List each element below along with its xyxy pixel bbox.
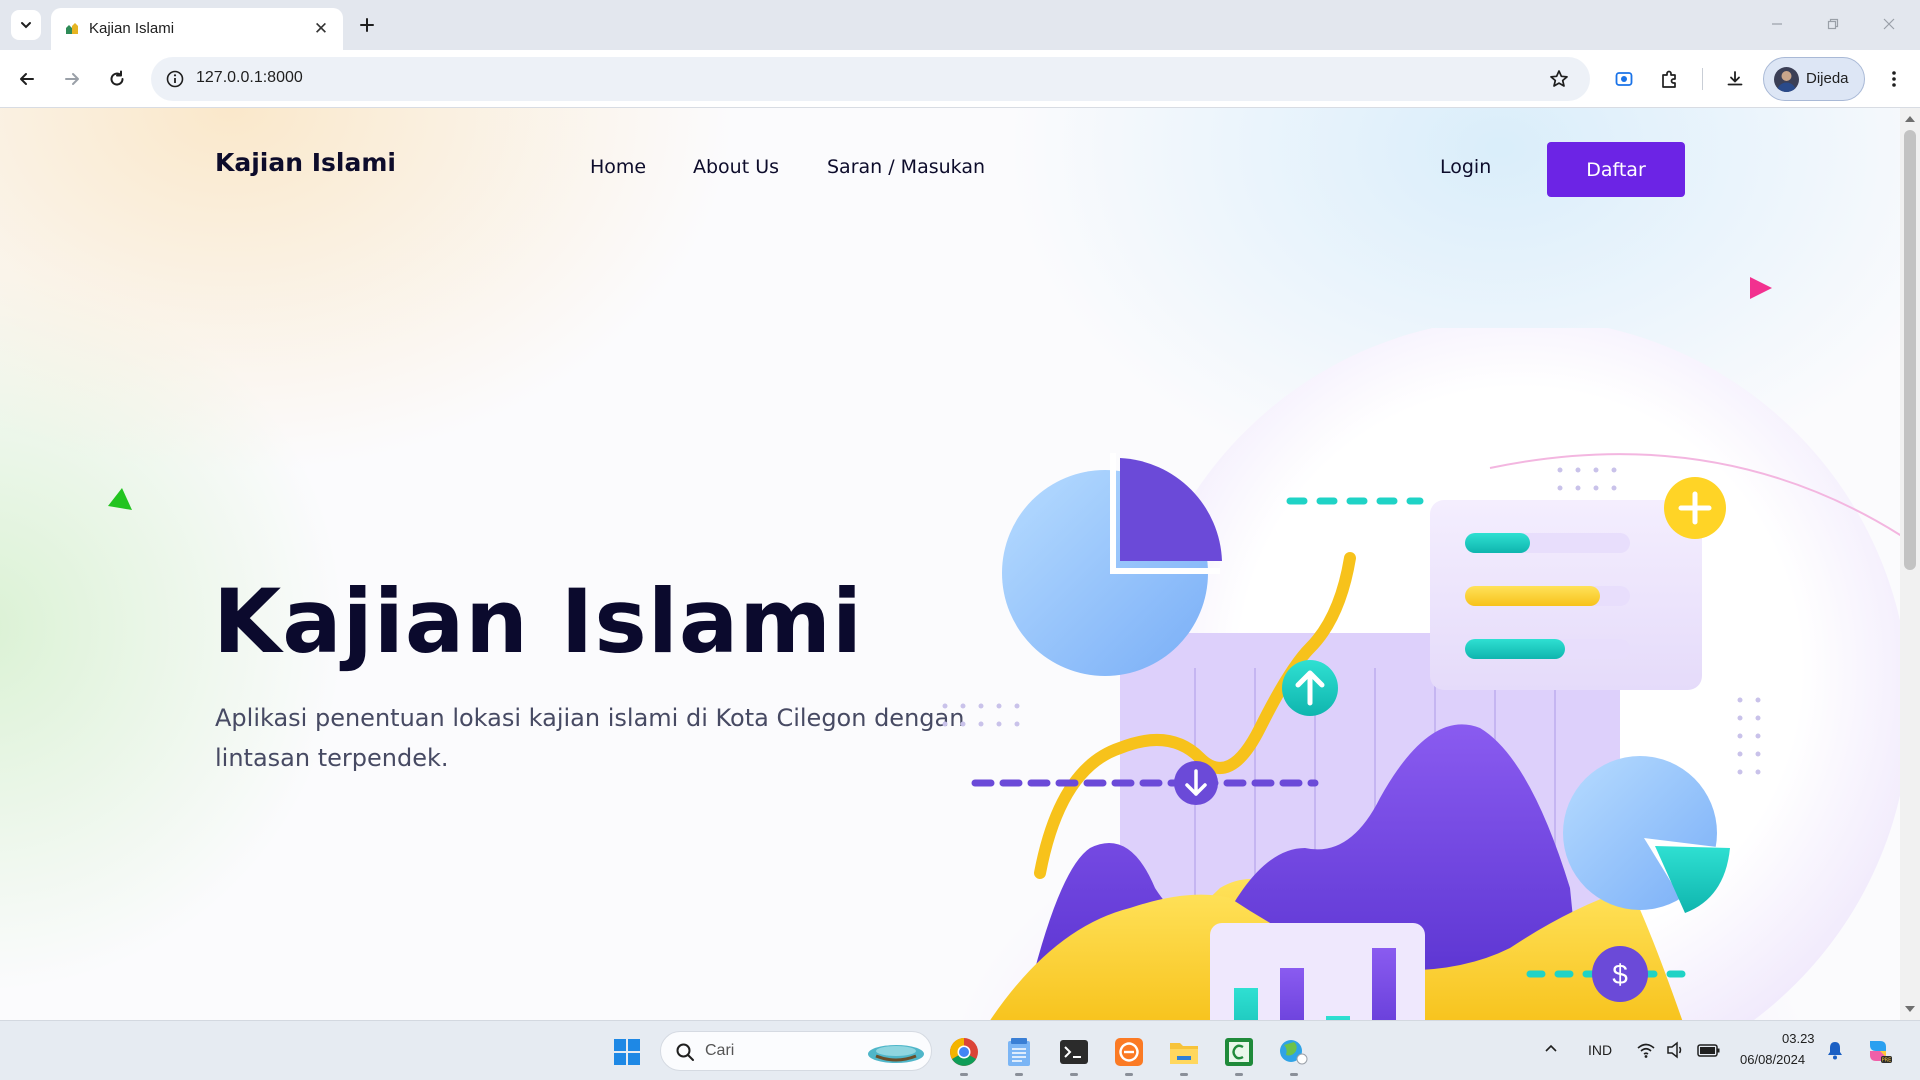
- plus-icon: [360, 18, 374, 32]
- downloads-icon[interactable]: [1718, 62, 1752, 96]
- minimize-icon: [1772, 23, 1782, 25]
- tab-list-button[interactable]: [11, 10, 41, 40]
- clock-date: 06/08/2024: [1740, 1052, 1806, 1067]
- url-text[interactable]: 127.0.0.1:8000: [196, 69, 303, 87]
- search-highlight-icon: [868, 1045, 924, 1063]
- editor-icon[interactable]: [1220, 1033, 1258, 1071]
- back-button[interactable]: [10, 62, 44, 96]
- tab-title: Kajian Islami: [89, 20, 175, 37]
- forward-button[interactable]: [55, 62, 89, 96]
- new-tab-button[interactable]: [352, 10, 382, 40]
- arrow-up-icon: [1282, 660, 1338, 716]
- hero-illustration: $: [942, 328, 1900, 1020]
- windows-start-icon[interactable]: [608, 1033, 646, 1071]
- notepad-icon[interactable]: [1000, 1033, 1038, 1071]
- tab-close-icon[interactable]: ✕: [309, 17, 333, 41]
- triangle-decoration-icon: [108, 488, 132, 510]
- browser-menu-icon[interactable]: [1877, 62, 1911, 96]
- arrow-left-icon: [20, 73, 34, 85]
- close-window-button[interactable]: [1866, 8, 1912, 40]
- site-favicon-icon: [64, 21, 79, 36]
- bar-chart-icon: [1210, 923, 1425, 1020]
- progress-card: [1430, 500, 1702, 690]
- site-brand[interactable]: Kajian Islami: [215, 148, 396, 177]
- xampp-icon[interactable]: [1110, 1033, 1148, 1071]
- clock[interactable]: 03.23 06/08/2024: [1740, 1030, 1818, 1072]
- login-link[interactable]: Login: [1440, 156, 1491, 178]
- page-viewport: Kajian Islami Home About Us Saran / Masu…: [0, 108, 1900, 1020]
- nav-home[interactable]: Home: [590, 156, 646, 178]
- terminal-icon[interactable]: [1055, 1033, 1093, 1071]
- bookmark-star-icon[interactable]: [1545, 65, 1573, 93]
- running-indicator: [1070, 1073, 1078, 1076]
- running-indicator: [1290, 1073, 1298, 1076]
- scroll-down-arrow-icon[interactable]: [1905, 1006, 1915, 1012]
- reload-button[interactable]: [100, 62, 134, 96]
- screen-capture-icon[interactable]: [1607, 62, 1641, 96]
- windows-taskbar: Cari IND 03.23 06/08/2024 PRE: [0, 1020, 1920, 1080]
- dot-grid-left: [942, 703, 1020, 727]
- notification-bell-icon[interactable]: [1826, 1040, 1844, 1060]
- taskbar-search[interactable]: Cari: [660, 1031, 932, 1071]
- plus-icon: [1664, 477, 1726, 539]
- weather-icon[interactable]: [1275, 1033, 1313, 1071]
- volume-icon[interactable]: [1666, 1041, 1686, 1059]
- profile-label: Dijeda: [1806, 70, 1849, 87]
- search-placeholder: Cari: [705, 1042, 735, 1059]
- wifi-icon[interactable]: [1636, 1041, 1656, 1059]
- browser-toolbar: 127.0.0.1:8000 Dijeda: [0, 50, 1920, 108]
- svg-text:$: $: [1612, 959, 1628, 990]
- nav-about-us[interactable]: About Us: [693, 156, 779, 178]
- page-scrollbar[interactable]: [1900, 108, 1920, 1020]
- svg-text:PRE: PRE: [1882, 1058, 1892, 1064]
- running-indicator: [960, 1073, 968, 1076]
- running-indicator: [1180, 1073, 1188, 1076]
- close-icon: [1883, 18, 1895, 30]
- dollar-icon: $: [1592, 946, 1648, 1002]
- arrow-down-icon: [1174, 761, 1218, 805]
- reload-icon: [110, 70, 124, 86]
- profile-button[interactable]: Dijeda: [1763, 57, 1865, 101]
- address-bar[interactable]: 127.0.0.1:8000: [151, 57, 1590, 101]
- arrow-right-icon: [65, 73, 79, 85]
- battery-icon[interactable]: [1697, 1041, 1721, 1059]
- running-indicator: [1235, 1073, 1243, 1076]
- hero-subtitle: Aplikasi penentuan lokasi kajian islami …: [215, 704, 965, 772]
- language-indicator[interactable]: IND: [1588, 1042, 1612, 1058]
- running-indicator: [1125, 1073, 1133, 1076]
- search-icon: [676, 1043, 694, 1061]
- extensions-puzzle-icon[interactable]: [1652, 62, 1686, 96]
- register-button[interactable]: Daftar: [1547, 142, 1685, 197]
- scrollbar-thumb[interactable]: [1904, 130, 1916, 570]
- file-explorer-icon[interactable]: [1165, 1033, 1203, 1071]
- chevron-down-icon: [21, 22, 31, 29]
- scroll-up-arrow-icon[interactable]: [1905, 116, 1915, 122]
- hero-title: Kajian Islami: [213, 570, 864, 673]
- browser-tab[interactable]: Kajian Islami ✕: [51, 8, 343, 50]
- clock-time: 03.23: [1782, 1031, 1815, 1046]
- chrome-icon[interactable]: [945, 1033, 983, 1071]
- site-info-icon[interactable]: [161, 65, 189, 93]
- chevron-up-icon[interactable]: [1543, 1041, 1563, 1061]
- copilot-icon[interactable]: PRE: [1864, 1037, 1892, 1065]
- restore-icon: [1827, 18, 1839, 30]
- restore-button[interactable]: [1810, 8, 1856, 40]
- play-triangle-decoration-icon: [1750, 277, 1772, 299]
- running-indicator: [1015, 1073, 1023, 1076]
- toolbar-divider: [1702, 68, 1703, 90]
- nav-saran-masukan[interactable]: Saran / Masukan: [827, 156, 985, 178]
- avatar: [1774, 67, 1799, 92]
- browser-tab-bar: Kajian Islami ✕: [0, 0, 1920, 50]
- minimize-button[interactable]: [1754, 8, 1800, 40]
